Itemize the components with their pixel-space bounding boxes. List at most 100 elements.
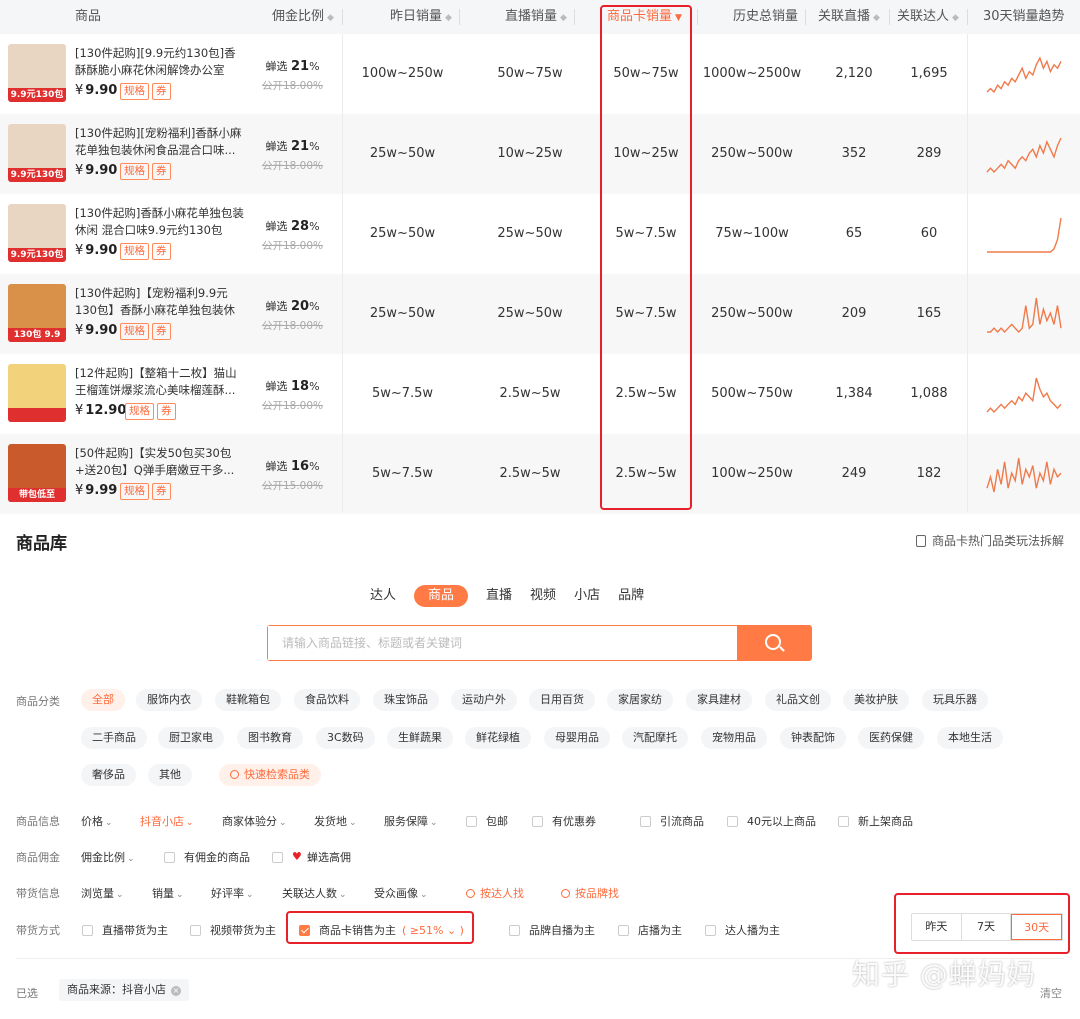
category-chip[interactable]: 美妆护肤 (843, 689, 909, 711)
product-title[interactable]: [130件起购][宠粉福利]香酥小麻花单独包装休闲食品混合口味... (75, 125, 245, 159)
sales-trend-sparkline[interactable] (985, 132, 1063, 176)
table-row[interactable]: 带包低至0.19元 [50件起购]【实发50包买30包+送20包】Q弹手磨嫩豆干多… (0, 434, 1080, 514)
sales-trend-sparkline[interactable] (985, 212, 1063, 256)
category-chip[interactable]: 全部 (81, 689, 125, 711)
product-title[interactable]: [12件起购]【整箱十二枚】猫山王榴莲饼爆浆流心美味榴莲酥... (75, 365, 245, 399)
sales-dropdown[interactable]: 销量 ⌄ (152, 885, 184, 901)
category-chip[interactable]: 家居家纺 (607, 689, 673, 711)
store-live-checkbox[interactable]: 店播为主 (618, 922, 682, 938)
free-shipping-checkbox[interactable]: 包邮 (466, 813, 508, 829)
spec-tag[interactable]: 规格 (120, 323, 149, 340)
shop-source-dropdown[interactable]: 抖音小店 ⌄ (140, 813, 194, 829)
sales-trend-sparkline[interactable] (985, 452, 1063, 496)
video-mode-checkbox[interactable]: 视频带货为主 (190, 922, 276, 938)
rating-dropdown[interactable]: 好评率 ⌄ (211, 885, 254, 901)
category-chip[interactable]: 图书教育 (237, 727, 303, 749)
category-chip[interactable]: 钟表配饰 (780, 727, 846, 749)
category-chip[interactable]: 奢侈品 (81, 764, 136, 786)
ship-from-dropdown[interactable]: 发货地 ⌄ (314, 813, 357, 829)
coupon-checkbox[interactable]: 有优惠券 (532, 813, 596, 829)
audience-dropdown[interactable]: 受众画像 ⌄ (374, 885, 428, 901)
category-chip[interactable]: 鞋靴箱包 (215, 689, 281, 711)
spec-tag[interactable]: 规格 (120, 483, 149, 500)
category-chip[interactable]: 食品饮料 (294, 689, 360, 711)
sales-trend-sparkline[interactable] (985, 292, 1063, 336)
traffic-product-checkbox[interactable]: 引流商品 (640, 813, 704, 829)
coupon-tag[interactable]: 券 (152, 323, 171, 340)
over-40-checkbox[interactable]: 40元以上商品 (727, 813, 816, 829)
has-commission-checkbox[interactable]: 有佣金的商品 (164, 849, 250, 865)
tab-live[interactable]: 直播 (486, 585, 512, 607)
quick-category-search[interactable]: 快速检索品类 (219, 764, 321, 786)
tab-shop[interactable]: 小店 (574, 585, 600, 607)
product-thumbnail[interactable] (8, 364, 66, 422)
category-chip[interactable]: 鲜花绿植 (465, 727, 531, 749)
table-row[interactable]: [12件起购]【整箱十二枚】猫山王榴莲饼爆浆流心美味榴莲酥... ¥12.90 规格… (0, 354, 1080, 434)
high-commission-checkbox[interactable]: 蝉选高佣 (272, 849, 351, 865)
category-chip[interactable]: 二手商品 (81, 727, 147, 749)
kol-count-dropdown[interactable]: 关联达人数 ⌄ (282, 885, 347, 901)
product-thumbnail[interactable]: 130包 9.9 (8, 284, 66, 342)
header-yesterday-sales[interactable]: 昨日销量 ◆ (390, 0, 452, 34)
product-title[interactable]: [130件起购]【宠粉福利9.9元130包】香酥小麻花单独包装休闲... (75, 285, 245, 319)
spec-tag[interactable]: 规格 (120, 83, 149, 100)
category-chip[interactable]: 母婴用品 (544, 727, 610, 749)
table-row[interactable]: 9.9元130包 [130件起购][宠粉福利]香酥小麻花单独包装休闲食品混合口味.… (0, 114, 1080, 194)
category-chip[interactable]: 家具建材 (686, 689, 752, 711)
tab-video[interactable]: 视频 (530, 585, 556, 607)
header-related-kol[interactable]: 关联达人 ◆ (897, 0, 959, 34)
coupon-tag[interactable]: 券 (152, 83, 171, 100)
guide-link[interactable]: 商品卡热门品类玩法拆解 (915, 532, 1064, 549)
product-thumbnail[interactable]: 9.9元130包 (8, 124, 66, 182)
category-chip[interactable]: 生鲜蔬果 (387, 727, 453, 749)
spec-tag[interactable]: 规格 (120, 243, 149, 260)
category-chip[interactable]: 珠宝饰品 (373, 689, 439, 711)
product-title[interactable]: [130件起购][9.9元约130包]香酥酥脆小麻花休闲解馋办公室零... (75, 45, 245, 79)
table-row[interactable]: 130包 9.9 [130件起购]【宠粉福利9.9元130包】香酥小麻花单独包装休… (0, 274, 1080, 354)
category-chip[interactable]: 其他 (148, 764, 192, 786)
category-chip[interactable]: 玩具乐器 (922, 689, 988, 711)
search-input[interactable] (268, 626, 737, 660)
category-chip[interactable]: 本地生活 (937, 727, 1003, 749)
tab-kol[interactable]: 达人 (370, 585, 396, 607)
tab-product[interactable]: 商品 (414, 585, 469, 607)
category-chip[interactable]: 汽配摩托 (622, 727, 688, 749)
service-dropdown[interactable]: 服务保障 ⌄ (384, 813, 438, 829)
table-row[interactable]: 9.9元130包 [130件起购]香酥小麻花单独包装休闲 混合口味9.9元约130… (0, 194, 1080, 274)
table-row[interactable]: 9.9元130包 [130件起购][9.9元约130包]香酥酥脆小麻花休闲解馋办公… (0, 34, 1080, 114)
product-thumbnail[interactable]: 带包低至0.19元 (8, 444, 66, 502)
sales-trend-sparkline[interactable] (985, 372, 1063, 416)
header-related-live[interactable]: 关联直播 ◆ (818, 0, 880, 34)
price-dropdown[interactable]: 价格 ⌄ (81, 813, 113, 829)
brand-self-live-checkbox[interactable]: 品牌自播为主 (509, 922, 595, 938)
merchant-score-dropdown[interactable]: 商家体验分 ⌄ (222, 813, 287, 829)
product-title[interactable]: [130件起购]香酥小麻花单独包装休闲 混合口味9.9元约130包 (75, 205, 245, 239)
kol-live-checkbox[interactable]: 达人播为主 (705, 922, 780, 938)
views-dropdown[interactable]: 浏览量 ⌄ (81, 885, 124, 901)
coupon-tag[interactable]: 券 (152, 243, 171, 260)
product-thumbnail[interactable]: 9.9元130包 (8, 204, 66, 262)
spec-tag[interactable]: 规格 (125, 403, 154, 420)
new-product-checkbox[interactable]: 新上架商品 (838, 813, 913, 829)
coupon-tag[interactable]: 券 (152, 163, 171, 180)
sales-trend-sparkline[interactable] (985, 52, 1063, 96)
product-title[interactable]: [50件起购]【实发50包买30包+送20包】Q弹手磨嫩豆干多... (75, 445, 245, 479)
live-mode-checkbox[interactable]: 直播带货为主 (82, 922, 168, 938)
category-chip[interactable]: 服饰内衣 (136, 689, 202, 711)
product-thumbnail[interactable]: 9.9元130包 (8, 44, 66, 102)
close-icon[interactable]: × (171, 986, 181, 996)
coupon-tag[interactable]: 券 (157, 403, 176, 420)
coupon-tag[interactable]: 券 (152, 483, 171, 500)
find-by-kol-link[interactable]: 按达人找 (466, 885, 524, 901)
header-commission[interactable]: 佣金比例 ◆ (272, 0, 334, 34)
category-chip[interactable]: 礼品文创 (765, 689, 831, 711)
spec-tag[interactable]: 规格 (120, 163, 149, 180)
selected-filter-chip[interactable]: 商品来源：抖音小店 × (59, 979, 189, 1001)
tab-brand[interactable]: 品牌 (618, 585, 644, 607)
clear-button[interactable]: 清空 (1040, 985, 1062, 1001)
category-chip[interactable]: 医药保健 (858, 727, 924, 749)
category-chip[interactable]: 宠物用品 (701, 727, 767, 749)
category-chip[interactable]: 运动户外 (451, 689, 517, 711)
find-by-brand-link[interactable]: 按品牌找 (561, 885, 619, 901)
commission-dropdown[interactable]: 佣金比例 ⌄ (81, 849, 135, 865)
